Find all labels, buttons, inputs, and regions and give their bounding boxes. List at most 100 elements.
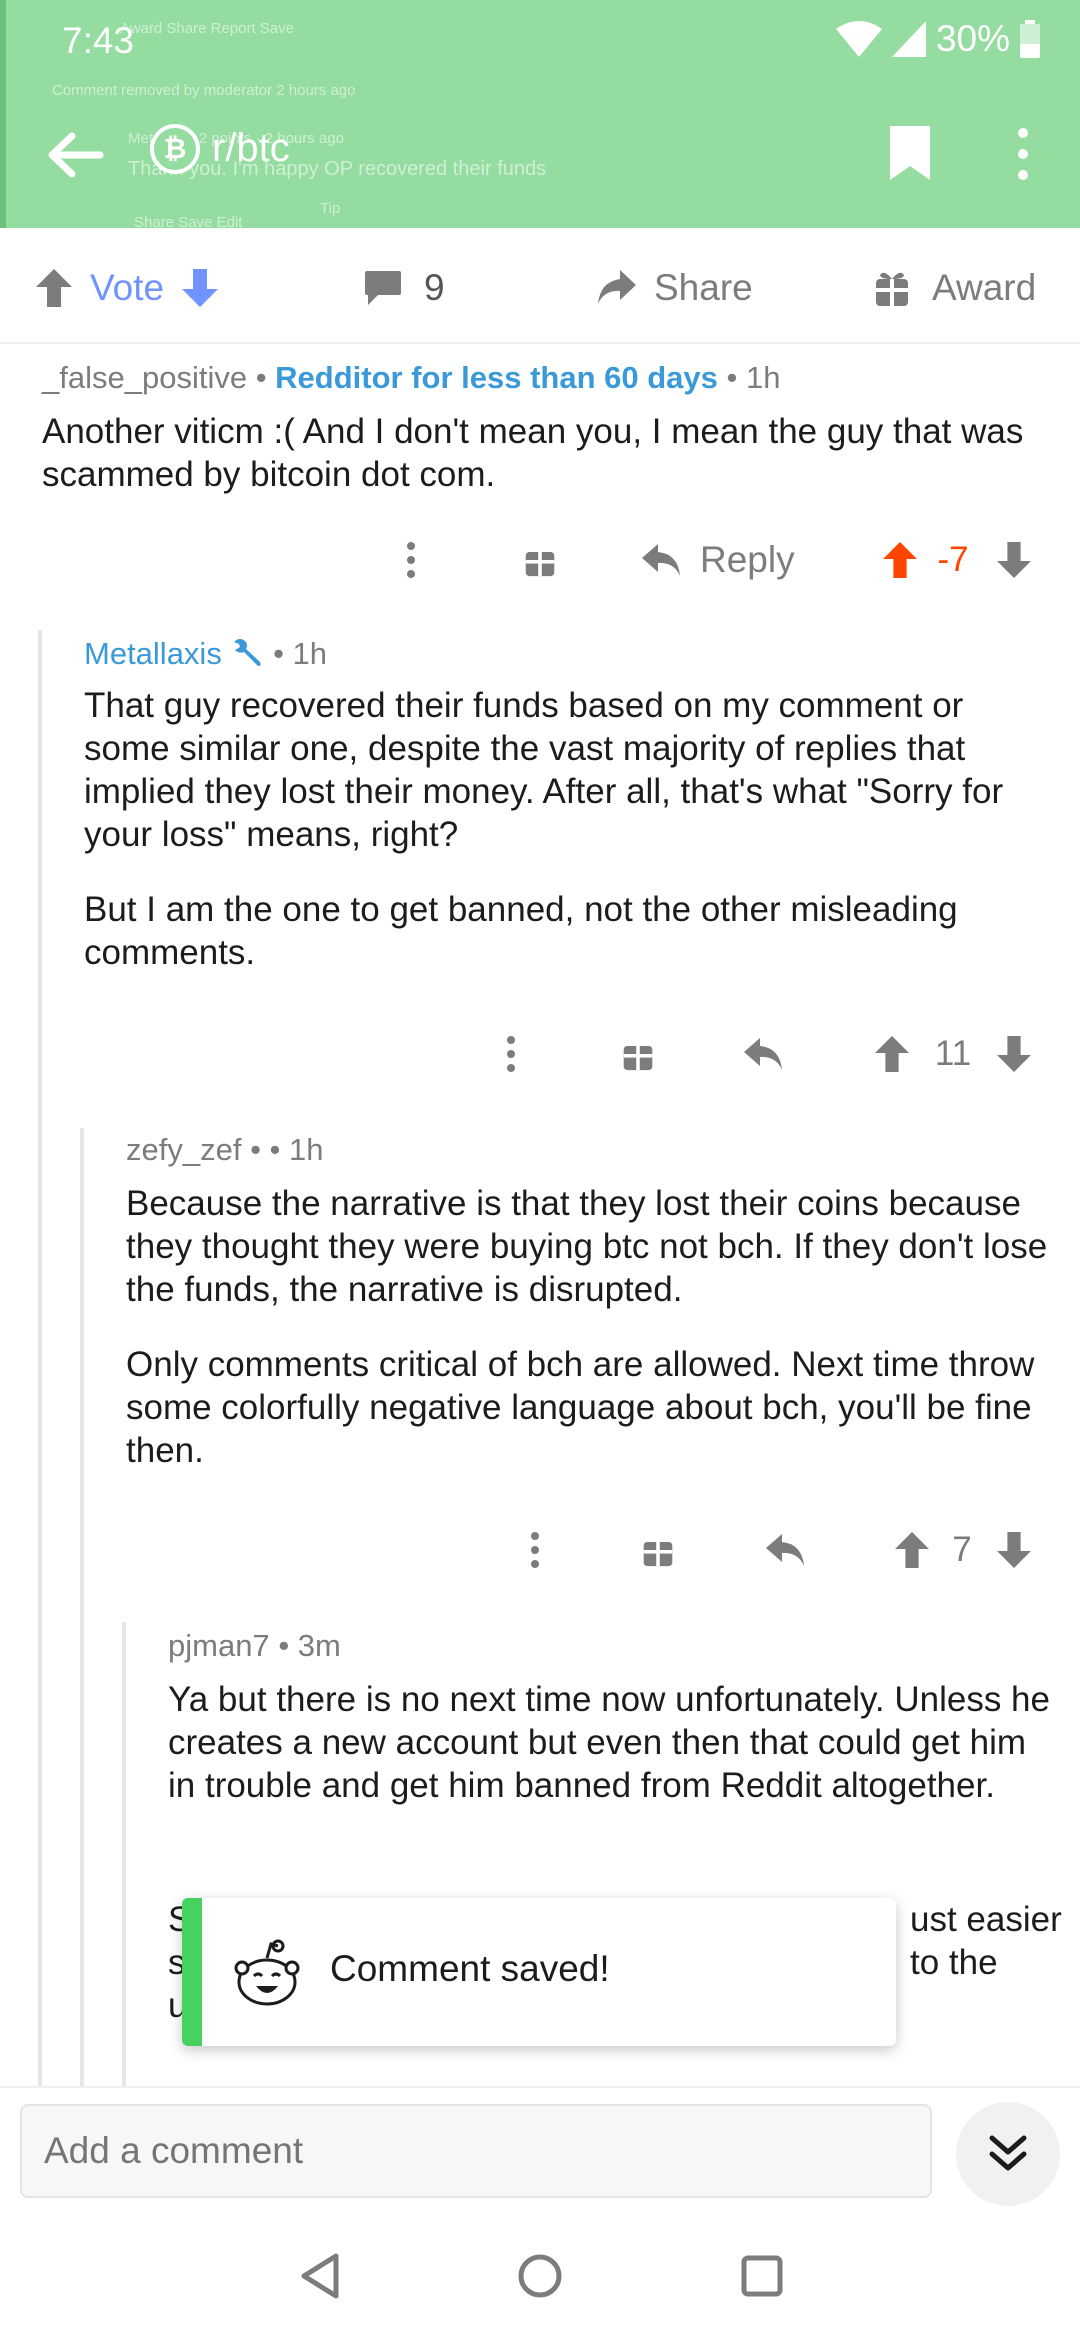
upvote-arrow-icon[interactable] xyxy=(880,530,920,590)
add-comment-input[interactable] xyxy=(20,2104,932,2198)
comment-paragraph: But I am the one to get banned, not the … xyxy=(84,890,958,972)
upvote-arrow-icon[interactable] xyxy=(872,1024,912,1084)
comment-bubble-icon xyxy=(365,271,401,305)
thread-line xyxy=(38,630,42,2086)
toast-notification: Comment saved! xyxy=(182,1898,896,2046)
comment-more-icon[interactable] xyxy=(520,1520,550,1580)
comment-composer xyxy=(0,2086,1080,2216)
upvote-arrow-icon[interactable] xyxy=(36,269,72,307)
downvote-arrow-icon[interactable] xyxy=(182,269,219,307)
thread-line xyxy=(80,1128,84,2086)
reply-button[interactable]: Reply xyxy=(642,530,822,590)
more-options-icon[interactable] xyxy=(1004,128,1042,180)
toast-accent-bar xyxy=(182,1898,202,2046)
reply-arrow-icon xyxy=(642,544,680,576)
reply-arrow-icon[interactable] xyxy=(742,1024,786,1084)
comment-time: 1h xyxy=(289,1132,324,1167)
back-arrow-icon[interactable] xyxy=(44,130,104,180)
comment-author[interactable]: Metallaxis xyxy=(84,636,222,671)
comment-time: 1h xyxy=(292,636,328,671)
battery-icon xyxy=(1020,20,1040,58)
reply-arrow-icon[interactable] xyxy=(764,1520,808,1580)
snoo-icon xyxy=(234,1939,300,2006)
collapse-threads-button[interactable] xyxy=(956,2102,1060,2206)
comment-partial-text: to the xyxy=(910,1943,998,1982)
comment-meta: Metallaxis • 1h xyxy=(84,636,328,671)
header: Award Share Report Save Comment removed … xyxy=(0,0,1080,228)
comment-author[interactable]: pjman7 xyxy=(168,1628,270,1663)
comment-paragraph: Ya but there is no next time now unfortu… xyxy=(168,1680,1050,1805)
gift-icon[interactable] xyxy=(638,1520,678,1580)
comment: Metallaxis • 1h That guy recovered their… xyxy=(84,636,1052,974)
comment-paragraph: Only comments critical of bch are allowe… xyxy=(126,1345,1035,1470)
comment: zefy_zef • • 1h Because the narrative is… xyxy=(126,1132,1052,1472)
comment-meta: pjman7 • 3m xyxy=(168,1628,341,1663)
comment-actions: Reply -7 xyxy=(380,530,1060,590)
comment-count: 9 xyxy=(424,267,445,308)
comment-author[interactable]: zefy_zef xyxy=(126,1132,241,1167)
bookmark-icon[interactable] xyxy=(886,126,934,180)
square-recents-icon xyxy=(741,2255,783,2297)
gift-icon[interactable] xyxy=(618,1024,658,1084)
comment-author[interactable]: _false_positive xyxy=(42,360,247,395)
share-button[interactable]: Share xyxy=(596,232,753,344)
ghost-thread-line xyxy=(0,0,6,228)
ghost-text: Tip xyxy=(320,200,341,217)
app-bar: ₿ r/btc xyxy=(0,120,1080,188)
wifi-icon xyxy=(835,21,882,57)
comment-body: Another viticm :( And I don't mean you, … xyxy=(42,410,1052,496)
subreddit-name[interactable]: r/btc xyxy=(212,126,290,171)
downvote-arrow-icon[interactable] xyxy=(994,1520,1034,1580)
nav-back-button[interactable] xyxy=(284,2240,356,2312)
nav-recents-button[interactable] xyxy=(726,2240,798,2312)
comment-time: 3m xyxy=(297,1628,341,1663)
comment: pjman7 • 3m Ya but there is no next time… xyxy=(168,1628,1058,1807)
award-button[interactable]: Award xyxy=(874,232,1036,344)
comment-score: -7 xyxy=(937,540,969,579)
comment-more-icon[interactable] xyxy=(396,530,426,590)
reply-label: Reply xyxy=(700,539,795,580)
comment-actions: 7 xyxy=(520,1520,1060,1580)
comment-meta: _false_positive • Redditor for less than… xyxy=(42,360,781,395)
comment-score: 7 xyxy=(952,1530,972,1569)
comment-partial-text: ust easier xyxy=(910,1900,1062,1939)
award-label: Award xyxy=(932,267,1037,308)
comment-paragraph: Because the narrative is that they lost … xyxy=(126,1184,1048,1309)
double-chevron-down-icon xyxy=(989,2135,1027,2171)
bitcoin-icon[interactable]: ₿ xyxy=(150,124,200,174)
comments-button[interactable]: 9 xyxy=(364,232,445,344)
battery-percent: 30% xyxy=(935,18,1010,59)
comment-meta: zefy_zef • • 1h xyxy=(126,1132,324,1167)
author-flair: Redditor for less than 60 days xyxy=(275,360,718,395)
system-nav-bar xyxy=(0,2216,1080,2340)
ghost-text: Comment removed by moderator 2 hours ago xyxy=(52,82,356,99)
signal-icon xyxy=(891,21,926,57)
comment-body: Because the narrative is that they lost … xyxy=(126,1182,1052,1472)
wrench-icon xyxy=(234,639,262,666)
status-icons: 30% xyxy=(835,18,1040,60)
share-arrow-icon xyxy=(598,270,636,304)
post-action-bar: Vote 9 Share Award xyxy=(0,232,1080,344)
nav-home-button[interactable] xyxy=(504,2240,576,2312)
share-label: Share xyxy=(654,267,753,308)
vote-label: Vote xyxy=(90,267,165,308)
triangle-back-icon xyxy=(301,2253,339,2299)
gift-icon xyxy=(876,272,908,306)
thread-line xyxy=(122,1622,126,2086)
gift-icon[interactable] xyxy=(520,530,560,590)
downvote-arrow-icon[interactable] xyxy=(994,530,1034,590)
vote-control: Vote xyxy=(36,232,219,344)
ghost-text: Award Share Report Save xyxy=(120,20,294,37)
ghost-text: Share Save Edit xyxy=(134,214,243,228)
comment-paragraph: Another viticm :( And I don't mean you, … xyxy=(42,412,1024,494)
comment-score: 11 xyxy=(934,1034,972,1073)
circle-home-icon xyxy=(518,2254,562,2298)
upvote-arrow-icon[interactable] xyxy=(892,1520,932,1580)
comment: _false_positive • Redditor for less than… xyxy=(42,360,1052,496)
comment-time: 1h xyxy=(746,360,781,395)
comment-more-icon[interactable] xyxy=(496,1024,526,1084)
comment-body: Ya but there is no next time now unfortu… xyxy=(168,1678,1058,1807)
toast-message: Comment saved! xyxy=(330,1948,610,1989)
downvote-arrow-icon[interactable] xyxy=(994,1024,1034,1084)
comment-paragraph: That guy recovered their funds based on … xyxy=(84,686,1004,854)
